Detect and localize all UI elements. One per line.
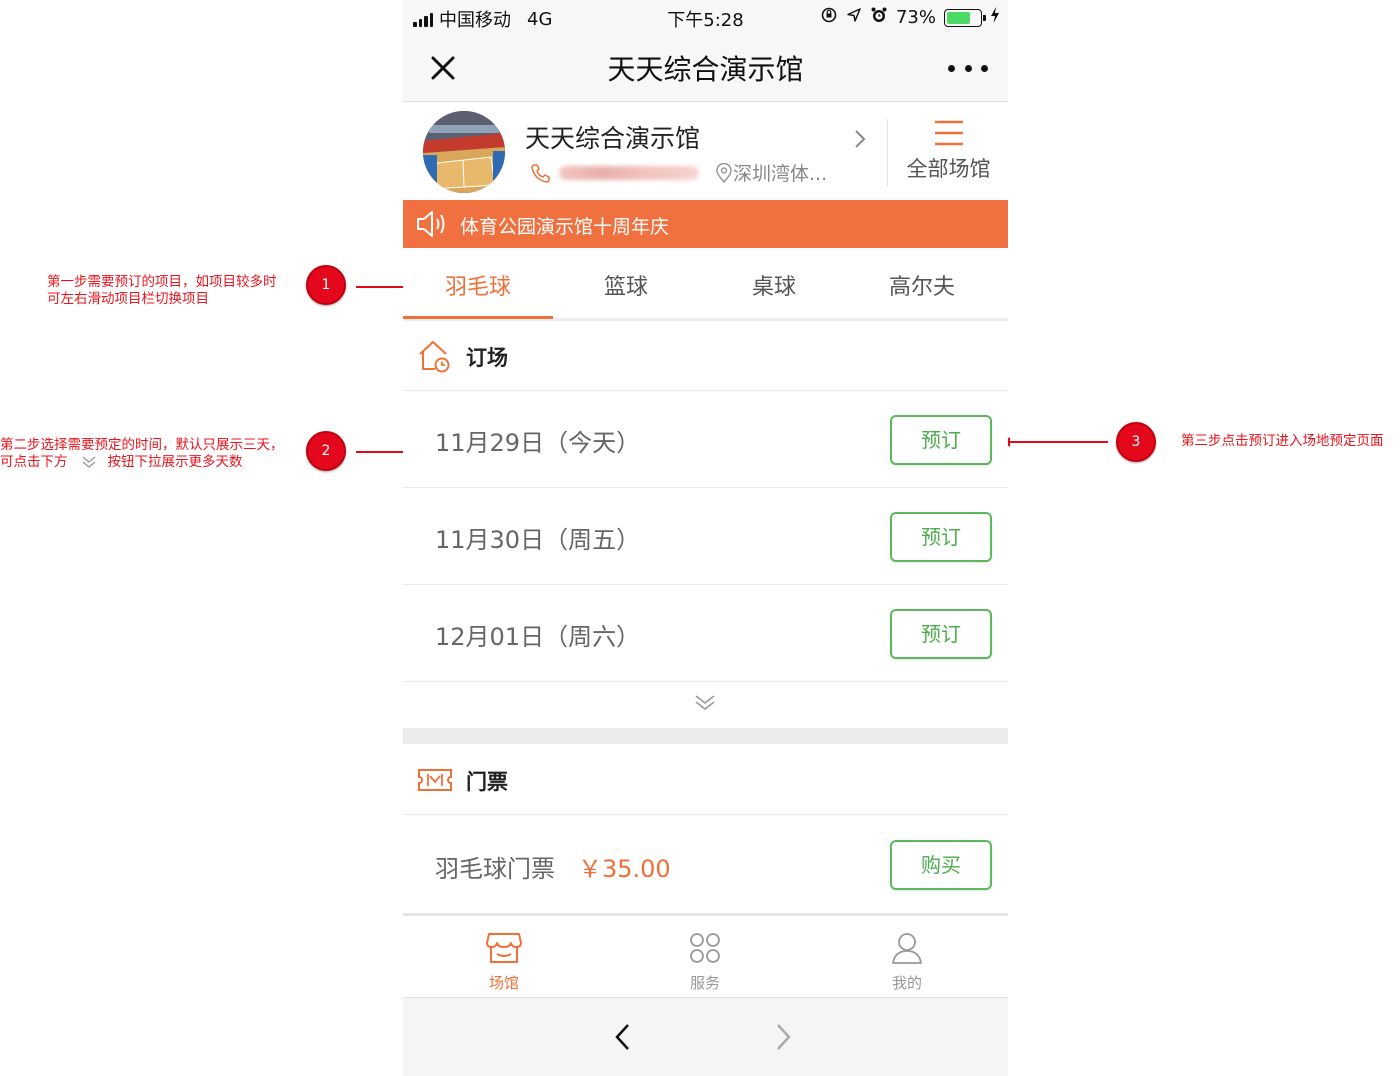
ticket-icon bbox=[417, 762, 453, 798]
annotation-step2-line1: 第二步选择需要预定的时间，默认只展示三天， bbox=[0, 437, 284, 453]
orientation-lock-icon bbox=[820, 6, 838, 29]
ticket-price: ￥35.00 bbox=[578, 855, 671, 883]
all-venues-button[interactable]: 全部场馆 bbox=[889, 113, 1008, 183]
date-row: 11月30日（周五） 预订 bbox=[403, 488, 1008, 585]
sport-tabs: 羽毛球 篮球 桌球 高尔夫 bbox=[403, 249, 1008, 321]
active-tab-indicator bbox=[403, 316, 553, 319]
more-button[interactable] bbox=[948, 62, 988, 74]
notice-text: 体育公园演示馆十周年庆 bbox=[460, 216, 670, 238]
venue-photo bbox=[423, 111, 505, 193]
step1-badge: 1 bbox=[306, 265, 346, 305]
browser-forward-button[interactable] bbox=[773, 1022, 793, 1056]
battery-icon bbox=[944, 8, 986, 27]
tickets-section-header: 门票 bbox=[403, 745, 1008, 815]
phone-screen: 中国移动 4G 下午5:28 73% 天天综合演示馆 天天综合演示馆 深圳湾体.… bbox=[403, 0, 1008, 1076]
alarm-icon bbox=[870, 6, 888, 29]
double-chevron-down-icon bbox=[80, 454, 98, 470]
browser-back-button[interactable] bbox=[613, 1022, 633, 1056]
book-button[interactable]: 预订 bbox=[890, 609, 992, 659]
more-dot-icon bbox=[981, 64, 988, 72]
tabbar-label-service: 服务 bbox=[689, 974, 720, 992]
tab-badminton[interactable]: 羽毛球 bbox=[403, 269, 553, 301]
tickets-title: 门票 bbox=[466, 770, 508, 794]
annotation-step3: 第三步点击预订进入场地预定页面 bbox=[1181, 433, 1384, 449]
date-row: 12月01日（周六） 预订 bbox=[403, 585, 1008, 682]
house-clock-icon bbox=[417, 338, 453, 374]
all-venues-label: 全部场馆 bbox=[906, 157, 991, 181]
bottom-tab-bar: 场馆 服务 我的 bbox=[403, 913, 1008, 997]
date-label: 12月01日（周六） bbox=[435, 623, 641, 651]
profile-icon bbox=[892, 933, 922, 964]
chevron-right-icon bbox=[777, 1024, 791, 1050]
annotation-step1-line2: 可左右滑动项目栏切换项目 bbox=[47, 291, 209, 307]
step2-badge: 2 bbox=[306, 431, 346, 471]
booking-section-header: 订场 bbox=[403, 321, 1008, 391]
menu-icon bbox=[933, 119, 965, 147]
tab-basketball[interactable]: 篮球 bbox=[551, 269, 701, 301]
expand-dates-button[interactable] bbox=[403, 682, 1008, 728]
tab-billiards[interactable]: 桌球 bbox=[699, 269, 849, 301]
page-title: 天天综合演示馆 bbox=[607, 53, 804, 86]
more-dot-icon bbox=[948, 64, 955, 72]
nav-bar: 天天综合演示馆 bbox=[403, 34, 1008, 102]
battery-percent: 73% bbox=[895, 7, 936, 28]
phone-icon[interactable] bbox=[529, 162, 551, 184]
more-dot-icon bbox=[964, 64, 972, 72]
notice-banner[interactable]: 体育公园演示馆十周年庆 bbox=[403, 200, 1008, 248]
location-pin-icon bbox=[716, 162, 732, 183]
date-label: 11月30日（周五） bbox=[435, 526, 641, 554]
tabbar-item-service[interactable]: 服务 bbox=[645, 930, 765, 993]
date-label: 11月29日（今天） bbox=[435, 429, 641, 457]
charging-icon bbox=[990, 7, 1000, 28]
double-chevron-down-icon bbox=[695, 695, 715, 711]
venue-avatar[interactable] bbox=[423, 111, 505, 193]
annotation-step1: 第一步需要预订的项目，如项目较多时 可左右滑动项目栏切换项目 bbox=[47, 274, 277, 308]
service-icon bbox=[690, 933, 720, 963]
venue-header: 天天综合演示馆 深圳湾体... 全部场馆 bbox=[403, 103, 1008, 199]
status-bar: 中国移动 4G 下午5:28 73% bbox=[403, 0, 1008, 34]
booking-title: 订场 bbox=[466, 346, 508, 370]
section-gap bbox=[403, 728, 1008, 744]
battery-fill bbox=[947, 11, 971, 24]
phone-number-redacted bbox=[559, 165, 699, 180]
venue-name: 天天综合演示馆 bbox=[525, 124, 701, 153]
venue-location: 深圳湾体... bbox=[733, 163, 828, 185]
chevron-left-icon bbox=[615, 1024, 629, 1050]
buy-button[interactable]: 购买 bbox=[890, 840, 992, 890]
tabbar-label-venue: 场馆 bbox=[488, 974, 519, 992]
tabbar-label-profile: 我的 bbox=[891, 974, 922, 992]
step3-arrow bbox=[1002, 437, 1108, 447]
book-button[interactable]: 预订 bbox=[890, 512, 992, 562]
step3-badge: 3 bbox=[1116, 422, 1156, 462]
annotation-step2-line2b: 按钮下拉展示更多天数 bbox=[107, 454, 243, 470]
venue-divider bbox=[887, 119, 888, 187]
ticket-row: 羽毛球门票 ￥35.00 购买 bbox=[403, 816, 1008, 913]
annotation-step2: 第二步选择需要预定的时间，默认只展示三天， 可点击下方 按钮下拉展示更多天数 bbox=[0, 437, 284, 471]
speaker-icon bbox=[415, 209, 449, 239]
venue-detail-chevron-icon[interactable] bbox=[849, 127, 871, 151]
tab-golf[interactable]: 高尔夫 bbox=[847, 269, 997, 301]
book-button[interactable]: 预订 bbox=[890, 415, 992, 465]
location-icon bbox=[846, 7, 862, 28]
tabbar-item-venue[interactable]: 场馆 bbox=[444, 930, 564, 993]
browser-nav-bar bbox=[403, 997, 1008, 1076]
date-row: 11月29日（今天） 预订 bbox=[403, 391, 1008, 488]
venue-icon bbox=[486, 933, 522, 963]
annotation-step1-line1: 第一步需要预订的项目，如项目较多时 bbox=[47, 274, 277, 290]
tabbar-item-profile[interactable]: 我的 bbox=[847, 930, 967, 993]
annotation-step2-line2a: 可点击下方 bbox=[0, 454, 68, 470]
ticket-name: 羽毛球门票 bbox=[435, 855, 555, 883]
venue-contact: 深圳湾体... bbox=[529, 159, 827, 186]
